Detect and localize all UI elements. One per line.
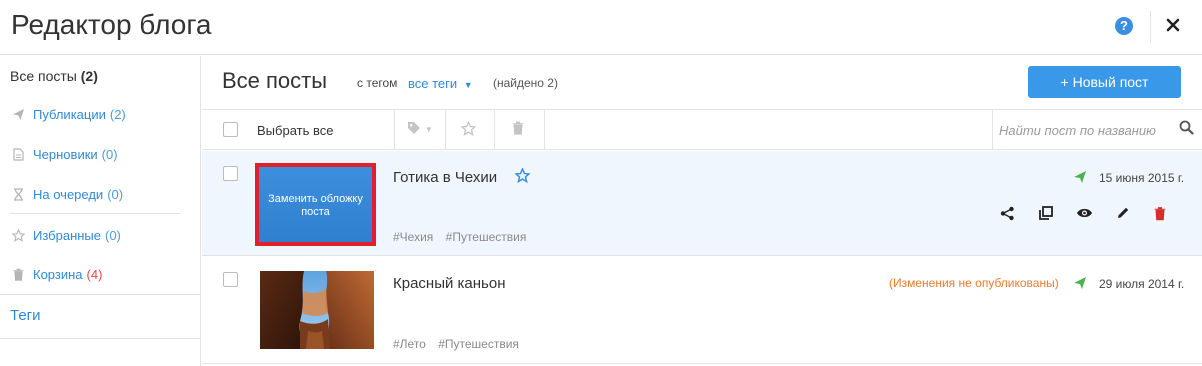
sidebar-divider	[0, 294, 201, 295]
toolbar-divider	[544, 110, 545, 150]
published-icon	[1073, 276, 1087, 295]
document-icon	[10, 147, 26, 161]
replace-cover-label[interactable]: Заменить обложку поста	[259, 193, 372, 219]
hourglass-icon	[10, 187, 26, 201]
found-count: (найдено 2)	[493, 76, 558, 90]
select-all-checkbox[interactable]	[223, 122, 238, 137]
post-tags: #Лето #Путешествия	[393, 337, 528, 351]
tag-icon	[407, 122, 425, 138]
sidebar-item-count: (4)	[86, 266, 103, 282]
chevron-down-icon: ▼	[463, 80, 473, 90]
sidebar-item-published[interactable]: Публикации (2)	[10, 104, 126, 124]
published-icon	[1073, 170, 1087, 189]
filter-prefix: с тегом	[357, 76, 398, 90]
app-title: Редактор блога	[11, 9, 212, 40]
search-icon[interactable]	[1179, 120, 1194, 140]
unpublished-changes-note: (Изменения не опубликованы)	[889, 276, 1059, 290]
delete-selected-button[interactable]	[512, 121, 524, 138]
canyon-image	[260, 271, 374, 349]
star-icon	[460, 120, 477, 139]
sidebar-divider	[10, 213, 180, 214]
post-tags: #Чехия #Путешествия	[393, 230, 535, 244]
tag-link[interactable]: #Путешествия	[446, 230, 527, 244]
post-checkbox[interactable]	[223, 166, 238, 181]
top-bar: Редактор блога ?	[0, 0, 1202, 55]
sidebar-item-label: Публикации	[33, 106, 106, 122]
star-icon[interactable]	[514, 167, 531, 188]
toolbar-divider	[394, 110, 395, 150]
sidebar-item-count: (2)	[109, 106, 126, 122]
share-icon[interactable]	[1000, 206, 1015, 226]
sidebar-all-label: Все посты	[10, 68, 77, 84]
sidebar-item-label: На очереди	[33, 186, 104, 202]
chevron-down-icon: ▼	[424, 125, 433, 134]
sidebar: Все посты (2) Публикации (2) Черновики (…	[0, 56, 201, 366]
duplicate-icon[interactable]	[1039, 206, 1053, 225]
search-input[interactable]: Найти пост по названию	[999, 123, 1156, 138]
trash-icon	[512, 121, 524, 138]
sidebar-item-label: Черновики	[33, 146, 98, 162]
tag-link[interactable]: #Лето	[393, 337, 426, 351]
star-icon	[10, 228, 26, 242]
posts-toolbar: Выбрать все ▼ Найти пост по названию	[202, 109, 1202, 150]
post-title[interactable]: Готика в Чехии	[393, 169, 497, 186]
sidebar-item-label: Избранные	[33, 227, 101, 243]
eye-icon[interactable]	[1076, 206, 1093, 225]
tag-link[interactable]: #Путешествия	[438, 337, 519, 351]
post-date: 15 июня 2015 г.	[1099, 171, 1185, 185]
post-row[interactable]: Красный каньон #Лето #Путешествия (Измен…	[202, 257, 1202, 364]
favorite-selected-button[interactable]	[460, 120, 477, 139]
post-date: 29 июля 2014 г.	[1099, 277, 1185, 291]
page-title: Все посты	[222, 68, 328, 93]
sidebar-item-count: (0)	[105, 227, 121, 243]
sidebar-item-trash[interactable]: Корзина (4)	[10, 264, 102, 284]
post-row[interactable]: Заменить обложку поста Готика в Чехии #Ч…	[202, 151, 1202, 256]
trash-icon	[10, 268, 26, 281]
send-icon	[10, 108, 26, 121]
sidebar-item-count: (0)	[101, 146, 118, 162]
sidebar-item-drafts[interactable]: Черновики (0)	[10, 144, 118, 164]
sidebar-item-all[interactable]: Все посты (2)	[10, 68, 98, 84]
close-icon[interactable]	[1166, 14, 1180, 36]
new-post-button[interactable]: + Новый пост	[1028, 66, 1181, 98]
tag-menu-button[interactable]: ▼	[407, 121, 433, 138]
sidebar-all-count: (2)	[80, 68, 98, 84]
sidebar-item-count: (0)	[107, 186, 124, 202]
select-all-label[interactable]: Выбрать все	[257, 123, 333, 138]
tag-link[interactable]: #Чехия	[393, 230, 433, 244]
tag-filter-dropdown[interactable]: все теги ▼	[408, 76, 473, 91]
sidebar-item-label: Корзина	[33, 266, 83, 282]
sidebar-divider	[0, 338, 201, 339]
trash-icon[interactable]	[1154, 206, 1166, 226]
post-checkbox[interactable]	[223, 272, 238, 287]
sidebar-item-favorites[interactable]: Избранные (0)	[10, 225, 121, 245]
tag-filter-value: все теги	[408, 76, 458, 91]
post-cover[interactable]	[260, 271, 374, 349]
toolbar-divider	[494, 110, 495, 150]
sidebar-item-queue[interactable]: На очереди (0)	[10, 184, 123, 204]
toolbar-divider	[992, 110, 993, 150]
post-cover[interactable]: Заменить обложку поста	[255, 163, 376, 246]
header-divider	[1150, 11, 1151, 43]
edit-icon[interactable]	[1116, 206, 1130, 225]
help-icon[interactable]: ?	[1115, 17, 1133, 35]
post-title[interactable]: Красный каньон	[393, 275, 506, 292]
sidebar-item-tags[interactable]: Теги	[10, 307, 41, 324]
toolbar-divider	[445, 110, 446, 150]
